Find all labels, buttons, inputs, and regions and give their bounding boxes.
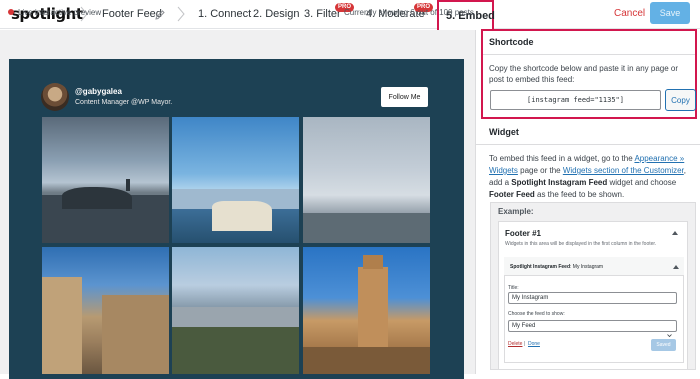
save-button[interactable]: Save (650, 2, 690, 24)
widget-desc-text: page or the (517, 166, 563, 175)
feed-photo[interactable] (172, 247, 299, 374)
profile-bio: Content Manager @WP Mayor. (75, 99, 173, 106)
feed-name-text: Footer Feed (489, 190, 535, 199)
step-design[interactable]: 2. Design (253, 8, 299, 20)
title-field-label: Title: (508, 285, 519, 291)
caret-up-icon (672, 231, 678, 235)
pencil-edit-icon[interactable] (154, 8, 166, 20)
footer-area-description: Widgets in this area will be displayed i… (505, 241, 657, 247)
customizer-widgets-link[interactable]: Widgets section of the Customizer (563, 166, 684, 175)
cancel-button[interactable]: Cancel (614, 8, 645, 19)
shortcode-title: Shortcode (489, 37, 534, 47)
caret-up-icon (673, 265, 679, 269)
feed-photo[interactable] (42, 117, 169, 243)
feed-photo[interactable] (172, 117, 299, 243)
feed-name-label[interactable]: Footer Feed (102, 8, 162, 20)
posts-count-label: Currently showing 6 out of 100 posts (344, 8, 474, 17)
widget-name-text: Spotlight Instagram Feed (511, 178, 608, 187)
shortcode-description: Copy the shortcode below and paste it in… (489, 64, 679, 84)
follow-button[interactable]: Follow Me (381, 87, 428, 107)
example-label: Example: (498, 207, 534, 216)
avatar[interactable] (41, 83, 69, 111)
widget-type-text: Spotlight Instagram Feed (510, 264, 571, 270)
separator: | (524, 341, 526, 347)
choose-feed-select[interactable]: My Feed (508, 320, 677, 332)
shortcode-field[interactable]: [instagram feed="1135"] (490, 90, 661, 110)
widget-desc-text: widget and choose (607, 178, 677, 187)
username[interactable]: @gabygalea (75, 87, 122, 96)
live-preview-label: Live interactive preview (18, 8, 102, 17)
chevron-down-icon (667, 325, 672, 338)
step-connect[interactable]: 1. Connect (198, 8, 251, 20)
feed-photo[interactable] (303, 247, 430, 374)
done-link[interactable]: Done (528, 341, 540, 347)
widget-description: To embed this feed in a widget, go to th… (489, 153, 699, 201)
delete-link[interactable]: Delete (508, 341, 522, 347)
copy-button[interactable]: Copy (665, 89, 696, 111)
widget-title: Widget (489, 127, 519, 137)
saved-button[interactable]: Saved (651, 339, 676, 351)
choose-feed-label: Choose the feed to show: (508, 311, 565, 317)
chevron-right-icon (177, 6, 186, 22)
widget-desc-text: as the feed to be shown. (534, 190, 625, 199)
spotlight-widget-header-text: Spotlight Instagram Feed: My Instagram (510, 264, 603, 270)
title-field[interactable]: My Instagram (508, 292, 677, 304)
divider (476, 144, 700, 145)
feed-photo[interactable] (42, 247, 169, 374)
feed-photo[interactable] (303, 117, 430, 243)
live-indicator-icon (8, 9, 14, 15)
divider (483, 54, 695, 55)
widget-instance-text: : My Instagram (570, 264, 604, 270)
footer-area-title: Footer #1 (505, 229, 542, 238)
widget-desc-text: To embed this feed in a widget, go to th… (489, 154, 635, 163)
